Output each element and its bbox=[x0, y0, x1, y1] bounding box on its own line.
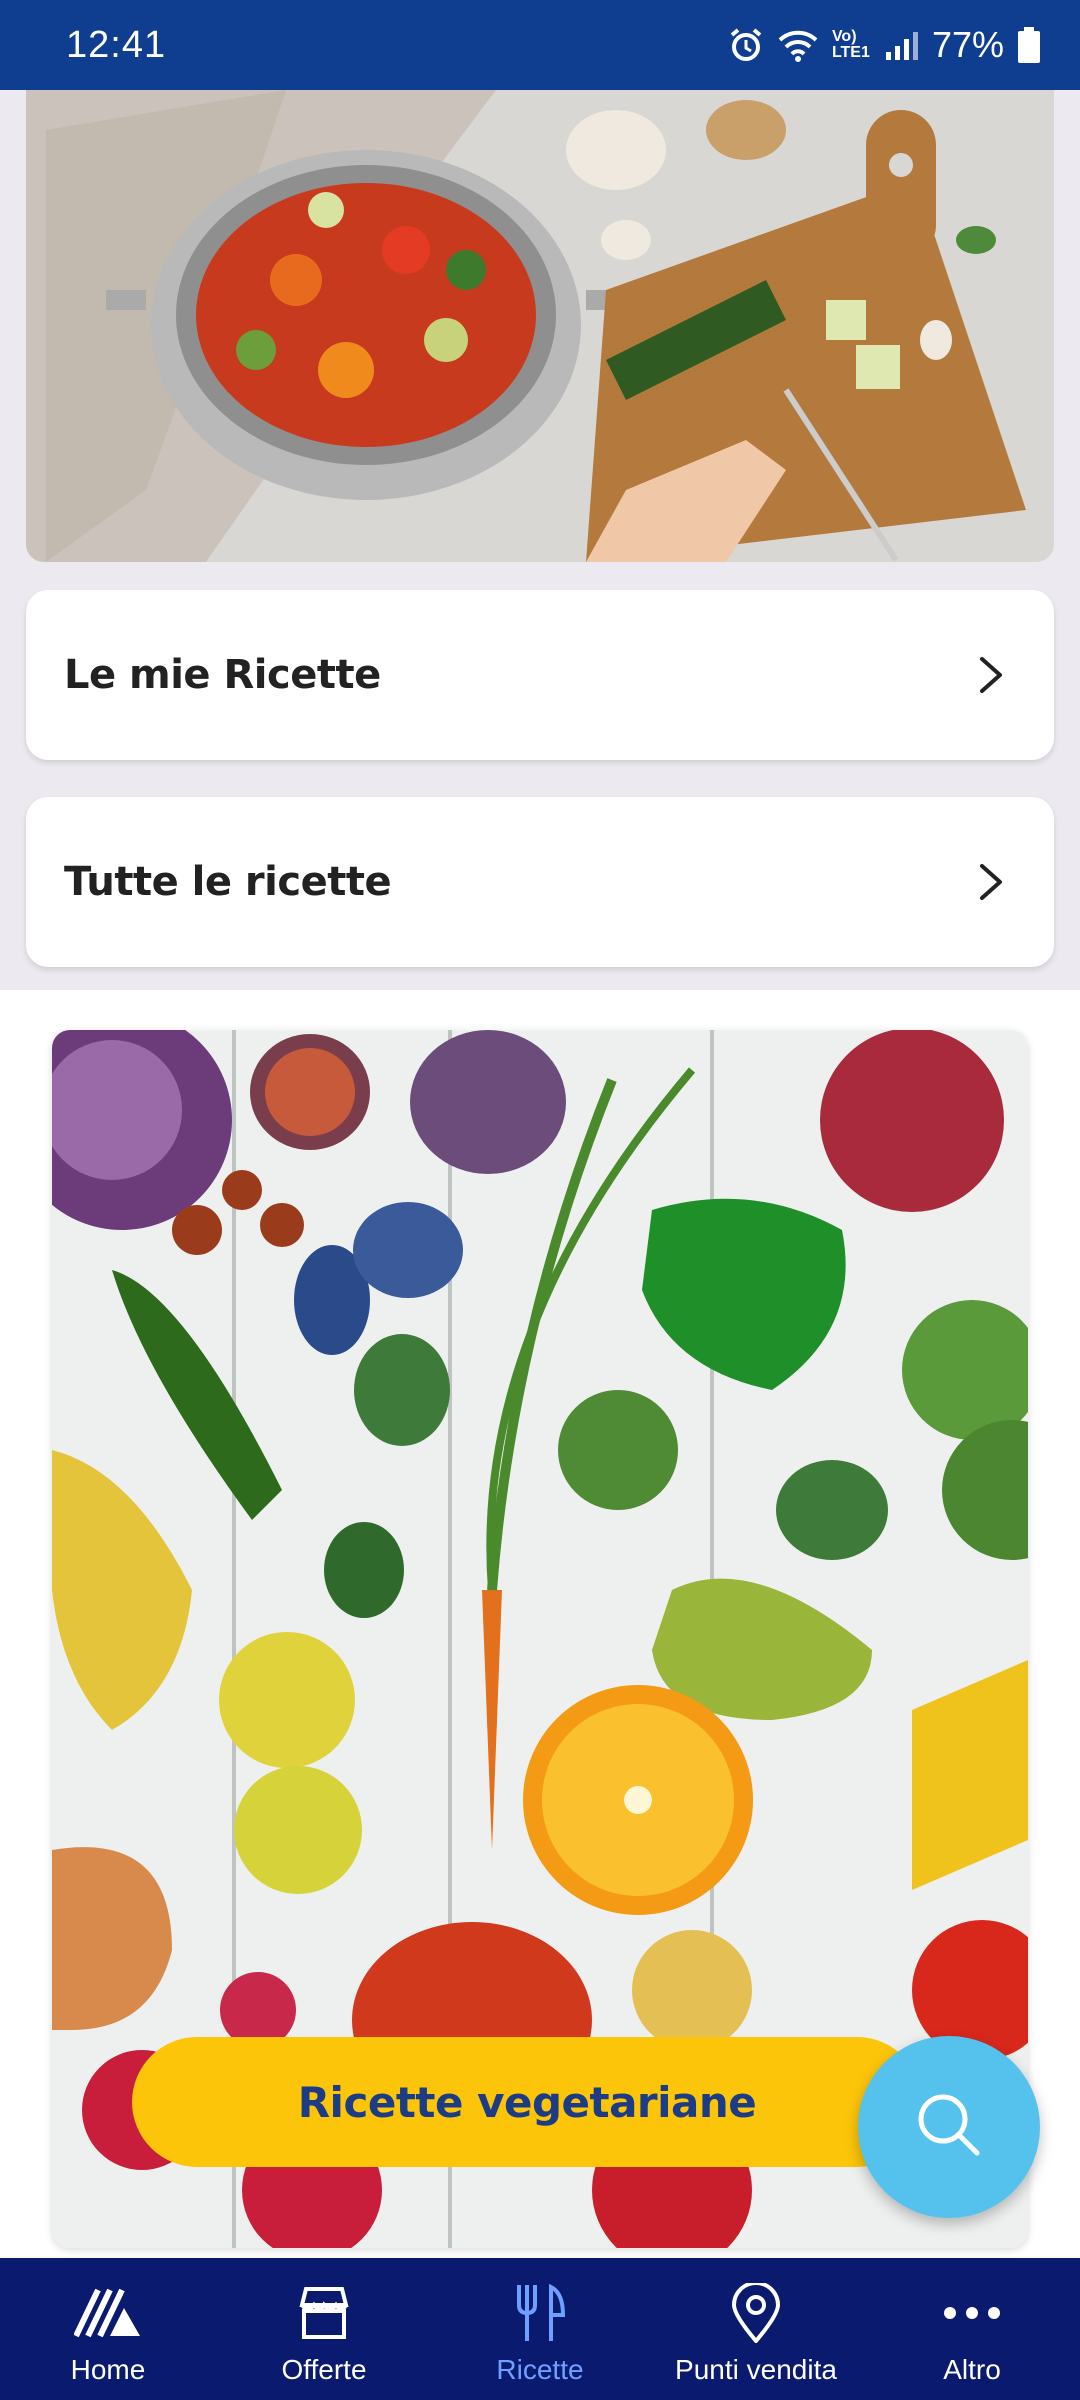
nav-home-label: Home bbox=[70, 2354, 146, 2385]
wifi-icon bbox=[778, 28, 818, 62]
my-recipes-button[interactable]: Le mie Ricette bbox=[26, 590, 1054, 760]
store-icon bbox=[296, 2282, 352, 2344]
search-icon bbox=[909, 2085, 989, 2170]
cutlery-icon bbox=[513, 2282, 567, 2344]
chevron-right-icon bbox=[978, 862, 1004, 902]
hero-image bbox=[26, 90, 1054, 562]
status-time: 12:41 bbox=[66, 23, 167, 66]
all-recipes-button[interactable]: Tutte le ricette bbox=[26, 797, 1054, 967]
nav-more[interactable]: Altro bbox=[864, 2258, 1080, 2400]
battery-icon bbox=[1018, 27, 1040, 63]
status-bar: 12:41 Vo) LTE1 77% bbox=[0, 0, 1080, 90]
nav-offers-label: Offerte bbox=[281, 2354, 367, 2385]
nav-stores[interactable]: Punti vendita bbox=[648, 2258, 864, 2400]
nav-recipes[interactable]: Ricette bbox=[432, 2258, 648, 2400]
network-type: Vo) LTE1 bbox=[831, 28, 870, 61]
search-button[interactable] bbox=[858, 2036, 1040, 2218]
battery-level: 77% bbox=[931, 24, 1004, 65]
nav-offers[interactable]: Offerte bbox=[216, 2258, 432, 2400]
nav-more-label: Altro bbox=[943, 2354, 1001, 2385]
alarm-icon bbox=[728, 27, 764, 63]
signal-icon bbox=[885, 30, 918, 60]
home-logo-icon bbox=[74, 2282, 142, 2344]
nav-recipes-label: Ricette bbox=[496, 2354, 584, 2385]
location-pin-icon bbox=[732, 2282, 780, 2344]
chevron-right-icon bbox=[978, 655, 1004, 695]
status-icons: Vo) LTE1 77% bbox=[728, 24, 1040, 66]
more-dots-icon bbox=[942, 2282, 1002, 2344]
all-recipes-label: Tutte le ricette bbox=[64, 859, 392, 905]
my-recipes-label: Le mie Ricette bbox=[64, 652, 381, 698]
recipes-header-region: Le mie Ricette Tutte le ricette bbox=[0, 90, 1080, 990]
bottom-navigation: Home Offerte Ricette Punti vendita Altro bbox=[0, 2258, 1080, 2400]
nav-stores-label: Punti vendita bbox=[675, 2354, 837, 2385]
vegetarian-recipes-button[interactable]: Ricette vegetariane bbox=[132, 2037, 922, 2167]
nav-home[interactable]: Home bbox=[0, 2258, 216, 2400]
